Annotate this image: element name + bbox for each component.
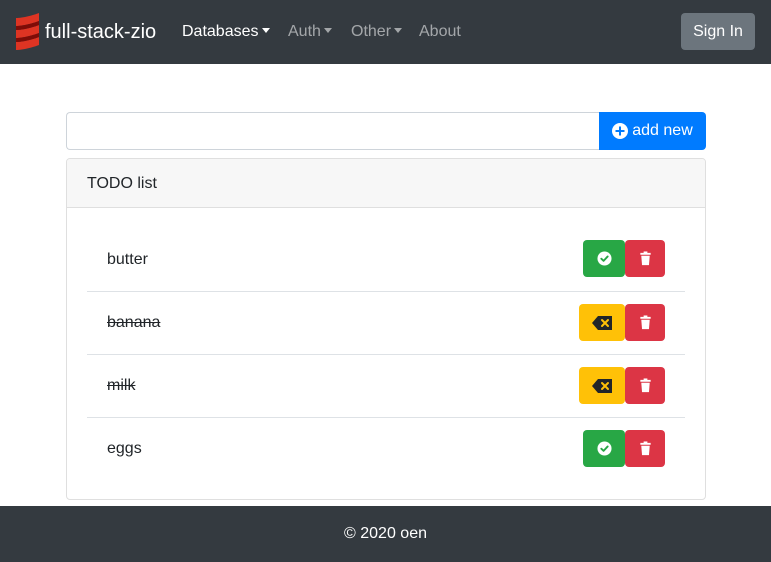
delete-button[interactable] bbox=[625, 430, 665, 467]
brand[interactable]: full-stack-zio bbox=[14, 12, 156, 52]
todo-item-text: milk bbox=[107, 377, 136, 394]
trash-icon bbox=[639, 441, 651, 456]
todo-item-text: eggs bbox=[107, 440, 142, 457]
check-circle-icon bbox=[596, 441, 612, 456]
check-circle-icon bbox=[596, 251, 612, 266]
nav-link-about[interactable]: About bbox=[419, 22, 461, 42]
backspace-icon bbox=[592, 315, 612, 330]
mark-undone-button[interactable] bbox=[579, 304, 625, 341]
caret-down-icon bbox=[394, 28, 403, 33]
mark-undone-button[interactable] bbox=[579, 367, 625, 404]
new-todo-input[interactable] bbox=[66, 112, 600, 150]
sign-in-button[interactable]: Sign In bbox=[681, 13, 755, 50]
todo-item-text: banana bbox=[107, 314, 161, 331]
add-new-button[interactable]: add new bbox=[599, 112, 706, 150]
todo-item: eggs bbox=[87, 417, 685, 480]
caret-down-icon bbox=[261, 28, 270, 33]
backspace-icon bbox=[592, 378, 612, 393]
add-todo-form: add new bbox=[66, 112, 706, 150]
nav-label-databases: Databases bbox=[182, 23, 259, 40]
todo-item: milk bbox=[87, 354, 685, 417]
delete-button[interactable] bbox=[625, 240, 665, 277]
delete-button[interactable] bbox=[625, 367, 665, 404]
brand-name: full-stack-zio bbox=[45, 20, 157, 43]
trash-icon bbox=[639, 251, 651, 266]
delete-button[interactable] bbox=[625, 304, 665, 341]
mark-done-button[interactable] bbox=[583, 240, 625, 277]
add-new-label: add new bbox=[632, 122, 693, 139]
todo-item: banana bbox=[87, 291, 685, 354]
nav-dropdown-other[interactable]: Other bbox=[351, 22, 403, 42]
todo-card: TODO list butter banana milk eggs bbox=[66, 158, 706, 500]
trash-icon bbox=[639, 378, 651, 393]
caret-down-icon bbox=[323, 28, 332, 33]
nav-dropdown-databases[interactable]: Databases bbox=[182, 22, 270, 42]
nav-dropdown-auth[interactable]: Auth bbox=[288, 22, 332, 42]
trash-icon bbox=[639, 315, 651, 330]
nav-label-auth: Auth bbox=[288, 23, 321, 40]
mark-done-button[interactable] bbox=[583, 430, 625, 467]
plus-circle-icon bbox=[612, 123, 629, 139]
nav-label-about: About bbox=[419, 23, 461, 40]
scala-logo-icon bbox=[16, 13, 39, 50]
todo-item-text: butter bbox=[107, 250, 148, 268]
copyright-text: © 2020 oen bbox=[344, 525, 427, 542]
todo-item: butter bbox=[87, 228, 685, 291]
page-footer: © 2020 oen bbox=[0, 506, 771, 562]
todo-card-header: TODO list bbox=[67, 159, 705, 208]
nav-label-other: Other bbox=[351, 23, 392, 40]
top-navbar: full-stack-zio Databases Auth Other Abou… bbox=[0, 0, 771, 64]
